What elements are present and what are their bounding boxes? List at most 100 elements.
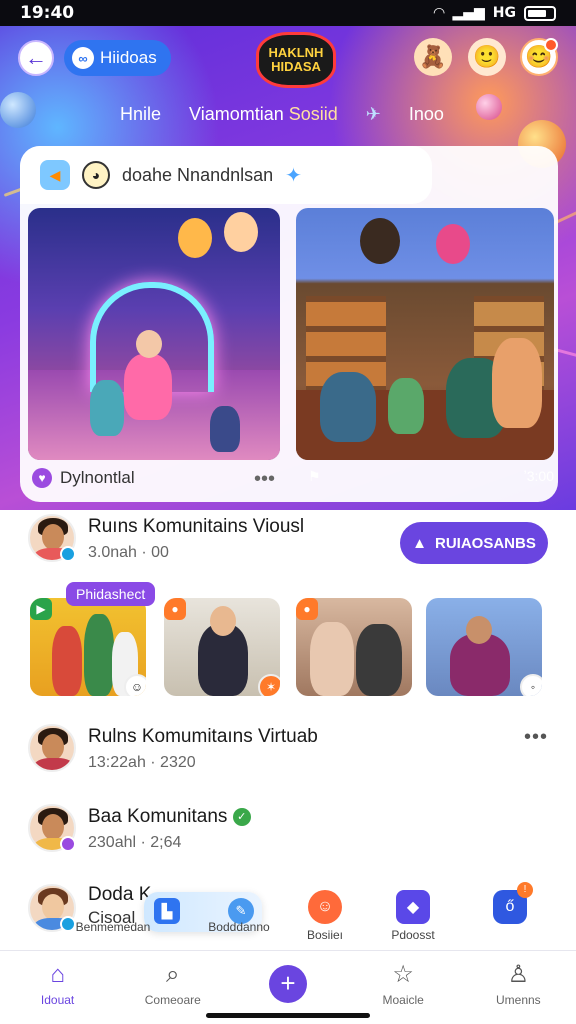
tab-home[interactable]: Hnile — [120, 104, 161, 125]
person-figure — [356, 624, 402, 696]
mascot-icon: ◕ — [82, 161, 110, 189]
more-icon[interactable]: ••• — [254, 468, 275, 491]
nav-profile-label: Umenns — [496, 992, 541, 1007]
avatar — [28, 724, 76, 772]
category-tabs: Hnile Viamomtian Sosiid ✈ Inoo — [120, 104, 444, 125]
tab-virtual-label: Viamomtian — [189, 104, 284, 124]
pill-label: Hiidoas — [100, 48, 157, 67]
community-row-2[interactable]: Rulns Komumitaıns Virtuab 13:22ah · 2320… — [28, 724, 548, 780]
join-button[interactable]: ▲ RUIAOSANBS — [400, 522, 548, 564]
person-figure — [52, 626, 82, 696]
avatar-face — [42, 734, 64, 760]
featured-tag: Phidashect — [66, 582, 156, 606]
community-badge-icon — [60, 836, 76, 852]
community-meta: 13:22ah · 2320 — [88, 754, 196, 771]
star-icon: ☆ — [392, 961, 414, 988]
nav-home-label: Idouat — [40, 992, 75, 1007]
bell-icon: ☺ — [308, 890, 342, 924]
quick-action-5[interactable]: ő ! — [480, 882, 540, 928]
cartoon-figure — [178, 218, 212, 258]
bookmark-icon[interactable]: ⚑ — [308, 468, 321, 485]
thumbnail-strip: ▶ ☺ ● ✶ ● ◦ — [30, 598, 546, 696]
thumbnail-3[interactable]: ● — [296, 598, 412, 696]
nav-home[interactable]: ⌂ Idouat — [13, 961, 103, 1007]
quick-action-label: Bodddanno — [208, 920, 270, 934]
search-icon: ⌕ — [166, 960, 180, 988]
verified-icon: ✓ — [232, 807, 251, 826]
tab-info[interactable]: Inoo — [409, 104, 444, 125]
community-row-3[interactable]: Baa Komunitans ✓ 230ahl · 2;64 — [28, 804, 548, 860]
signal-icon: ▂▄▆ — [452, 5, 485, 21]
network-label: HG — [492, 5, 516, 21]
person-head — [210, 606, 236, 636]
thumbnail-4[interactable]: ◦ — [426, 598, 542, 696]
family-gathering-image[interactable] — [296, 208, 554, 460]
quick-action-label: Bosiieı — [306, 928, 344, 942]
avatar-body — [34, 758, 74, 770]
doll-avatar[interactable]: 🧸 — [414, 38, 452, 76]
quick-action-1[interactable]: Benmemedan — [68, 920, 158, 934]
badge-icon: ő ! — [493, 882, 533, 924]
community-name: Baa Komunitans ✓ — [88, 806, 251, 828]
heart-icon: ♥ — [32, 468, 52, 488]
feature-card-title: doahe Nnandnlsan — [122, 164, 274, 185]
user-icon: ▲ — [412, 534, 427, 552]
notification-dot — [544, 38, 558, 52]
family-meta: ʼ3:00 — [523, 468, 554, 484]
tab-virtual-social[interactable]: Viamomtian Sosiid — [189, 104, 338, 125]
adult-figure — [492, 338, 542, 428]
quick-action-4[interactable]: ◆ Pdoosst — [368, 890, 458, 942]
fire-icon: ✶ — [258, 674, 280, 696]
nav-create[interactable]: + — [243, 964, 333, 1003]
play-icon: ◀ — [40, 160, 70, 190]
nav-moments[interactable]: ☆ Moaicle — [358, 961, 448, 1007]
quick-action-2[interactable]: Bodddanno — [194, 920, 284, 934]
nav-profile[interactable]: ♙ Umenns — [473, 961, 563, 1007]
thumbnail-2[interactable]: ● ✶ — [164, 598, 280, 696]
dancer-figure — [124, 354, 172, 420]
dance-caption-text: Dylnontlal — [60, 468, 135, 487]
person-icon: ♙ — [507, 961, 530, 988]
send-icon: ✈ — [365, 104, 381, 124]
community-pill[interactable]: ∞ Hiidoas — [64, 40, 171, 76]
thumbnail-1[interactable]: ▶ ☺ — [30, 598, 146, 696]
status-bar: 19:40 ◠ ▂▄▆ HG — [0, 0, 576, 26]
status-time: 19:40 — [20, 3, 75, 23]
back-button[interactable]: ← — [18, 40, 54, 76]
community-meta: 3.0nah · 00 — [88, 544, 169, 561]
tab-virtual-accent: Sosiid — [288, 104, 338, 124]
person-figure — [84, 614, 114, 696]
logo-text: HAKLNH HIDASA — [268, 45, 324, 74]
feature-card: ◀ ◕ doahe Nnandnlsan ✦ ♥ Dylnontlal ••• … — [20, 146, 558, 502]
cartoon-figure — [224, 212, 258, 252]
top-bar: ← ∞ Hiidoas HAKLNH HIDASA 🧸 🙂 😊 — [18, 32, 558, 88]
verified-icon — [60, 546, 76, 562]
child-figure — [210, 406, 240, 452]
kid-avatar[interactable]: 🙂 — [468, 38, 506, 76]
quick-action-3[interactable]: ☺ Bosiieı — [280, 890, 370, 942]
community-meta: 230ahl · 2;64 — [88, 834, 182, 851]
dance-caption: ♥ Dylnontlal — [32, 468, 135, 488]
avatar-face — [42, 524, 64, 550]
bubble-decoration — [0, 92, 36, 128]
child-figure — [90, 380, 124, 436]
community-name-text: Baa Komunitans — [88, 806, 228, 827]
home-icon: ⌂ — [50, 960, 65, 988]
person-head — [466, 616, 492, 644]
person-figure — [310, 622, 354, 696]
nav-search[interactable]: ⌕ Comeoare — [128, 961, 218, 1007]
avatar-face — [42, 814, 64, 840]
plus-icon: + — [268, 964, 307, 1003]
community-row-1[interactable]: Ruıns Komunitains Viousl 3.0nah · 00 ▲ R… — [28, 514, 548, 574]
nav-moments-label: Moaicle — [382, 992, 424, 1007]
dance-scene-image[interactable] — [28, 208, 280, 460]
child-figure — [388, 378, 424, 434]
app-logo[interactable]: HAKLNH HIDASA — [256, 32, 336, 88]
video-icon: ▶ — [30, 598, 52, 620]
nav-search-label: Comeoare — [144, 992, 201, 1007]
notification-dot: ! — [517, 882, 533, 898]
profile-avatar[interactable]: 😊 — [520, 38, 558, 76]
family-caption: ⚑ ʼ3:00 — [296, 458, 554, 498]
join-button-label: RUIAOSANBS — [435, 534, 536, 552]
more-icon[interactable]: ••• — [524, 726, 548, 749]
